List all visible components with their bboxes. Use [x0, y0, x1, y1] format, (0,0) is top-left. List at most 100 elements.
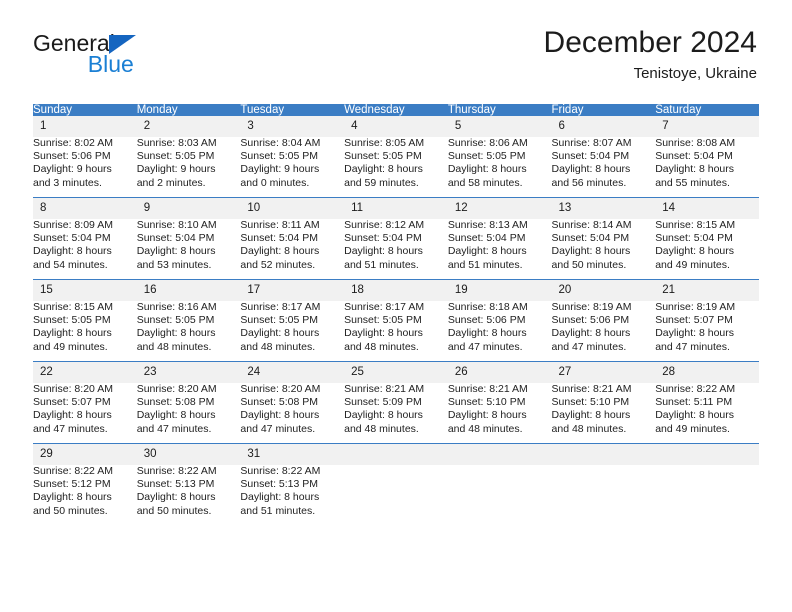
day-number[interactable]: 22	[33, 361, 137, 383]
day-number[interactable]: 5	[447, 116, 552, 137]
day-cell[interactable]: Sunrise: 8:02 AM Sunset: 5:06 PM Dayligh…	[33, 137, 137, 198]
daylight-text-line1: Daylight: 8 hours	[33, 409, 112, 422]
day-number[interactable]: 27	[551, 361, 656, 383]
day-cell[interactable]: Sunrise: 8:14 AM Sunset: 5:04 PM Dayligh…	[552, 219, 656, 280]
sunrise-text: Sunrise: 8:16 AM	[136, 301, 217, 313]
daylight-text-line1: Daylight: 8 hours	[655, 327, 735, 340]
general-blue-logo[interactable]: General Blue	[33, 32, 136, 76]
day-cell[interactable]: Sunrise: 8:13 AM Sunset: 5:04 PM Dayligh…	[448, 219, 552, 280]
day-cell[interactable]: Sunrise: 8:15 AM Sunset: 5:05 PM Dayligh…	[33, 301, 137, 362]
title-block: December 2024 Tenistoye, Ukraine	[544, 26, 757, 84]
day-number[interactable]: 2	[136, 116, 241, 137]
week-3-daynum-row: 15 16 17 18 19 20 21	[33, 279, 759, 301]
day-number[interactable]: 23	[136, 361, 241, 383]
day-cell[interactable]: Sunrise: 8:19 AM Sunset: 5:06 PM Dayligh…	[552, 301, 656, 362]
day-cell-empty	[447, 465, 552, 525]
daylight-text-line1: Daylight: 8 hours	[240, 491, 320, 504]
day-cell[interactable]: Sunrise: 8:09 AM Sunset: 5:04 PM Dayligh…	[33, 219, 137, 280]
sunrise-text: Sunrise: 8:14 AM	[551, 219, 632, 231]
daylight-text-line1: Daylight: 8 hours	[447, 327, 527, 340]
day-number[interactable]: 3	[240, 116, 345, 137]
day-number[interactable]: 10	[240, 197, 345, 219]
sunrise-text: Sunrise: 8:03 AM	[136, 137, 217, 149]
day-number[interactable]: 8	[33, 197, 137, 219]
sunset-text: Sunset: 5:10 PM	[551, 396, 630, 409]
daylight-text-line2: and 48 minutes.	[447, 422, 523, 435]
daylight-text-line1: Daylight: 8 hours	[551, 163, 631, 176]
sunrise-text: Sunrise: 8:04 AM	[240, 137, 321, 149]
daylight-text-line2: and 58 minutes.	[447, 176, 523, 189]
day-cell[interactable]: Sunrise: 8:17 AM Sunset: 5:05 PM Dayligh…	[344, 301, 448, 362]
day-cell[interactable]: Sunrise: 8:16 AM Sunset: 5:05 PM Dayligh…	[137, 301, 241, 362]
sunset-text: Sunset: 5:13 PM	[136, 478, 215, 491]
day-number[interactable]: 19	[447, 279, 552, 301]
day-cell[interactable]: Sunrise: 8:22 AM Sunset: 5:12 PM Dayligh…	[33, 465, 137, 525]
day-number[interactable]: 13	[551, 197, 656, 219]
day-number[interactable]: 14	[655, 197, 759, 219]
day-cell[interactable]: Sunrise: 8:20 AM Sunset: 5:07 PM Dayligh…	[33, 383, 137, 444]
day-number[interactable]: 29	[33, 443, 137, 465]
day-cell[interactable]: Sunrise: 8:21 AM Sunset: 5:10 PM Dayligh…	[448, 383, 552, 444]
day-cell[interactable]: Sunrise: 8:17 AM Sunset: 5:05 PM Dayligh…	[240, 301, 344, 362]
day-number[interactable]: 16	[136, 279, 241, 301]
day-cell[interactable]: Sunrise: 8:22 AM Sunset: 5:13 PM Dayligh…	[240, 465, 344, 525]
day-cell[interactable]: Sunrise: 8:12 AM Sunset: 5:04 PM Dayligh…	[344, 219, 448, 280]
week-2-detail-row: Sunrise: 8:09 AM Sunset: 5:04 PM Dayligh…	[33, 219, 759, 280]
day-number[interactable]: 6	[551, 116, 656, 137]
day-number[interactable]: 9	[136, 197, 241, 219]
daylight-text-line2: and 50 minutes.	[551, 258, 627, 271]
logo-triangle-icon	[108, 35, 136, 54]
day-number[interactable]: 28	[655, 361, 759, 383]
day-number[interactable]: 1	[33, 116, 137, 137]
day-number[interactable]: 18	[344, 279, 448, 301]
daylight-text-line1: Daylight: 8 hours	[240, 409, 320, 422]
day-cell[interactable]: Sunrise: 8:07 AM Sunset: 5:04 PM Dayligh…	[552, 137, 656, 198]
day-cell[interactable]: Sunrise: 8:19 AM Sunset: 5:07 PM Dayligh…	[655, 301, 759, 362]
daylight-text-line1: Daylight: 9 hours	[33, 163, 112, 176]
day-cell[interactable]: Sunrise: 8:20 AM Sunset: 5:08 PM Dayligh…	[137, 383, 241, 444]
sunrise-text: Sunrise: 8:15 AM	[33, 301, 113, 313]
day-cell[interactable]: Sunrise: 8:10 AM Sunset: 5:04 PM Dayligh…	[137, 219, 241, 280]
day-cell[interactable]: Sunrise: 8:04 AM Sunset: 5:05 PM Dayligh…	[240, 137, 344, 198]
day-number[interactable]: 15	[33, 279, 137, 301]
daylight-text-line2: and 54 minutes.	[33, 258, 108, 271]
sunrise-text: Sunrise: 8:05 AM	[344, 137, 425, 149]
day-cell[interactable]: Sunrise: 8:18 AM Sunset: 5:06 PM Dayligh…	[448, 301, 552, 362]
day-cell[interactable]: Sunrise: 8:06 AM Sunset: 5:05 PM Dayligh…	[448, 137, 552, 198]
day-number[interactable]: 26	[447, 361, 552, 383]
sunrise-text: Sunrise: 8:08 AM	[655, 137, 736, 149]
sunset-text: Sunset: 5:04 PM	[655, 232, 733, 245]
day-cell[interactable]: Sunrise: 8:20 AM Sunset: 5:08 PM Dayligh…	[240, 383, 344, 444]
day-cell[interactable]: Sunrise: 8:21 AM Sunset: 5:09 PM Dayligh…	[344, 383, 448, 444]
week-3-detail-row: Sunrise: 8:15 AM Sunset: 5:05 PM Dayligh…	[33, 301, 759, 362]
daylight-text-line2: and 56 minutes.	[551, 176, 627, 189]
sunrise-text: Sunrise: 8:02 AM	[33, 137, 113, 149]
day-cell[interactable]: Sunrise: 8:11 AM Sunset: 5:04 PM Dayligh…	[240, 219, 344, 280]
day-number[interactable]: 30	[136, 443, 241, 465]
day-cell[interactable]: Sunrise: 8:08 AM Sunset: 5:04 PM Dayligh…	[655, 137, 759, 198]
daylight-text-line1: Daylight: 8 hours	[447, 409, 527, 422]
day-cell[interactable]: Sunrise: 8:22 AM Sunset: 5:11 PM Dayligh…	[655, 383, 759, 444]
day-number[interactable]: 7	[655, 116, 759, 137]
day-number[interactable]: 11	[344, 197, 448, 219]
sunrise-text: Sunrise: 8:18 AM	[447, 301, 528, 313]
day-number[interactable]: 21	[655, 279, 759, 301]
day-number[interactable]: 20	[551, 279, 656, 301]
day-number[interactable]: 31	[240, 443, 345, 465]
day-cell[interactable]: Sunrise: 8:22 AM Sunset: 5:13 PM Dayligh…	[137, 465, 241, 525]
day-number[interactable]: 24	[240, 361, 345, 383]
day-number[interactable]: 12	[447, 197, 552, 219]
day-number[interactable]: 17	[240, 279, 345, 301]
day-number[interactable]: 4	[344, 116, 448, 137]
day-cell[interactable]: Sunrise: 8:21 AM Sunset: 5:10 PM Dayligh…	[552, 383, 656, 444]
sunset-text: Sunset: 5:06 PM	[447, 314, 526, 327]
weekday-header-sunday: Sunday	[33, 104, 137, 116]
daylight-text-line2: and 48 minutes.	[344, 340, 419, 353]
sunset-text: Sunset: 5:05 PM	[344, 314, 422, 327]
sunset-text: Sunset: 5:09 PM	[344, 396, 422, 409]
day-number[interactable]: 25	[344, 361, 448, 383]
day-cell[interactable]: Sunrise: 8:15 AM Sunset: 5:04 PM Dayligh…	[655, 219, 759, 280]
day-cell[interactable]: Sunrise: 8:03 AM Sunset: 5:05 PM Dayligh…	[137, 137, 241, 198]
sunset-text: Sunset: 5:05 PM	[136, 314, 215, 327]
day-cell[interactable]: Sunrise: 8:05 AM Sunset: 5:05 PM Dayligh…	[344, 137, 448, 198]
